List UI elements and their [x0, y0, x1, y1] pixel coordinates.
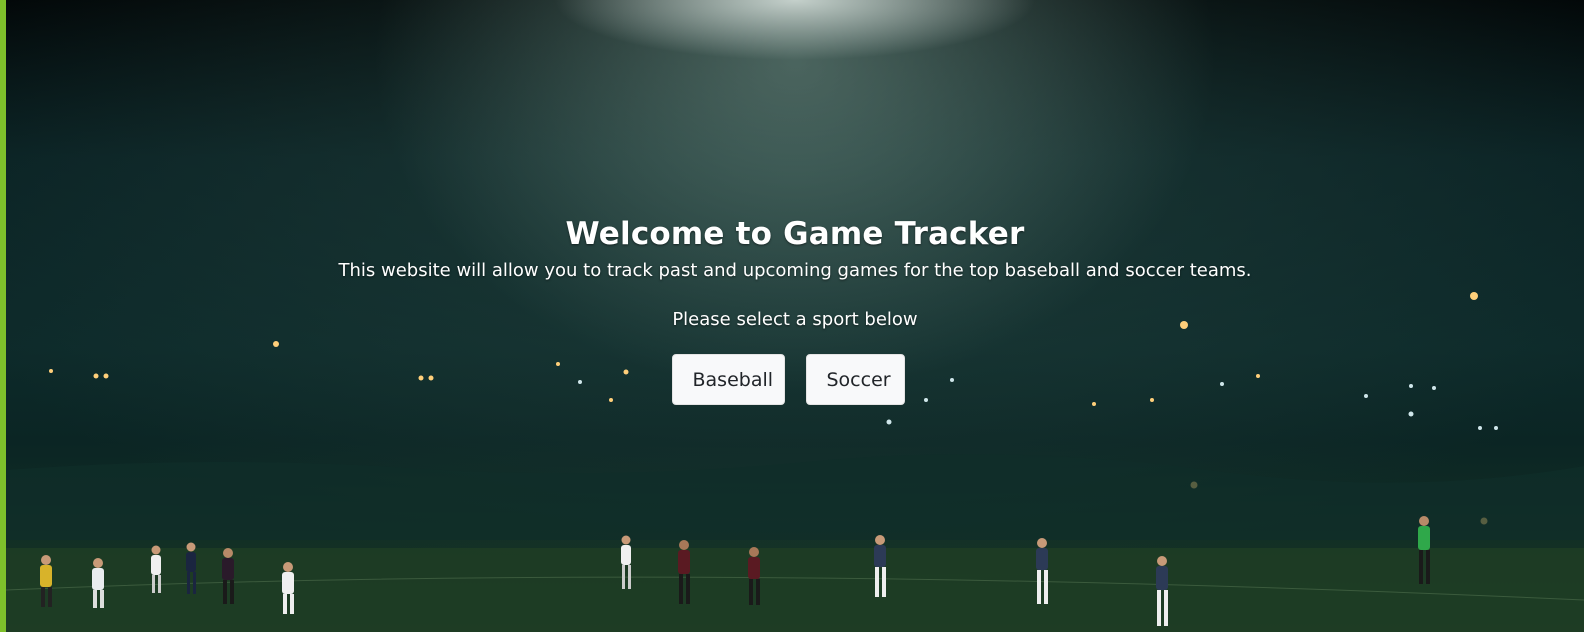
soccer-button[interactable]: Soccer: [805, 354, 905, 405]
left-accent-bar: [0, 0, 6, 632]
home-page: Welcome to Game Tracker This website wil…: [0, 0, 1584, 632]
hero-content: Welcome to Game Tracker This website wil…: [6, 0, 1584, 632]
site-description: This website will allow you to track pas…: [338, 260, 1252, 281]
page-title: Welcome to Game Tracker: [565, 216, 1025, 252]
baseball-button[interactable]: Baseball: [671, 354, 785, 405]
sport-buttons: Baseball Soccer: [6, 354, 1584, 405]
sport-select-prompt: Please select a sport below: [672, 309, 918, 330]
